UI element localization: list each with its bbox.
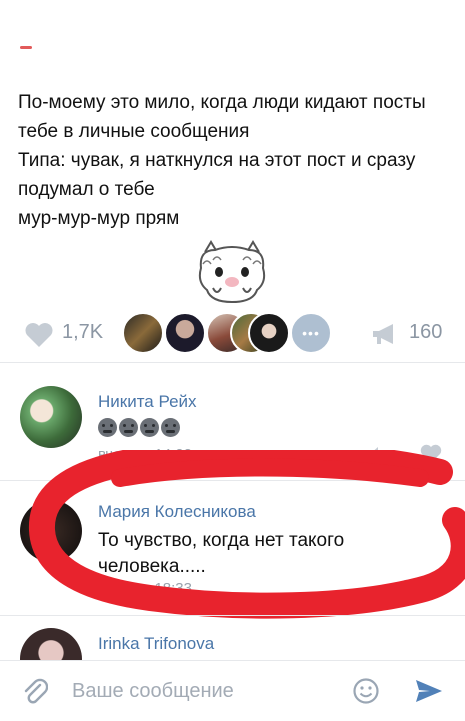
- heart-icon[interactable]: [420, 444, 442, 464]
- post-text: По-моему это мило, когда люди кидают пос…: [18, 88, 458, 233]
- comment-author[interactable]: Мария Колесникова: [98, 502, 256, 522]
- top-mark: [20, 46, 32, 49]
- comment-like-count[interactable]: 18: [426, 580, 443, 597]
- send-icon[interactable]: [414, 678, 444, 704]
- divider: [0, 615, 465, 616]
- avatar[interactable]: [20, 386, 82, 448]
- liker-avatar[interactable]: [248, 312, 290, 354]
- paperclip-icon[interactable]: [22, 677, 48, 705]
- comment-item[interactable]: Мария Колесникова То чувство, когда нет …: [0, 490, 465, 610]
- heart-icon[interactable]: [400, 579, 422, 599]
- post-line: подумал о тебе: [18, 179, 155, 200]
- post-line: мур-мур-мур прям: [18, 208, 180, 229]
- message-bar: [0, 660, 465, 721]
- smile-icon[interactable]: [352, 677, 380, 705]
- divider: [0, 480, 465, 481]
- comment-item[interactable]: Irinka Trifonova: [0, 620, 465, 690]
- liker-avatar[interactable]: [122, 312, 164, 354]
- post-line: Типа: чувак, я наткнулся на этот пост и …: [18, 150, 416, 171]
- emoji-row: [98, 418, 182, 438]
- comment-item[interactable]: Никита Рейх вчера в 14:22: [0, 378, 465, 478]
- megaphone-icon[interactable]: [371, 322, 399, 346]
- like-count[interactable]: 1,7K: [62, 321, 103, 344]
- comment-line: человека.....: [98, 556, 206, 577]
- post-line: По-моему это мило, когда люди кидают пос…: [18, 92, 426, 113]
- comment-time: вчера в 18:33: [98, 580, 192, 597]
- heart-icon[interactable]: [24, 322, 54, 348]
- comment-author[interactable]: Irinka Trifonova: [98, 634, 214, 654]
- comment-time: вчера в 14:22: [98, 446, 192, 463]
- post-actions: 1,7K ••• 160: [0, 310, 465, 356]
- emoji-icon: [119, 418, 138, 437]
- avatar[interactable]: [20, 500, 82, 562]
- liker-avatar[interactable]: [164, 312, 206, 354]
- ellipsis-icon: •••: [302, 325, 320, 341]
- divider: [0, 362, 465, 363]
- more-likers-button[interactable]: •••: [290, 312, 332, 354]
- emoji-icon: [161, 418, 180, 437]
- comment-author[interactable]: Никита Рейх: [98, 392, 197, 412]
- emoji-icon: [140, 418, 159, 437]
- post-line: тебе в личные сообщения: [18, 121, 250, 142]
- message-input[interactable]: [72, 675, 332, 707]
- alpaca-sticker[interactable]: [193, 238, 271, 304]
- emoji-icon: [98, 418, 117, 437]
- reply-icon[interactable]: [368, 444, 392, 464]
- comment-text: То чувство, когда нет такого человека...…: [98, 528, 408, 580]
- comment-line: То чувство, когда нет такого: [98, 530, 345, 551]
- share-count[interactable]: 160: [409, 321, 442, 344]
